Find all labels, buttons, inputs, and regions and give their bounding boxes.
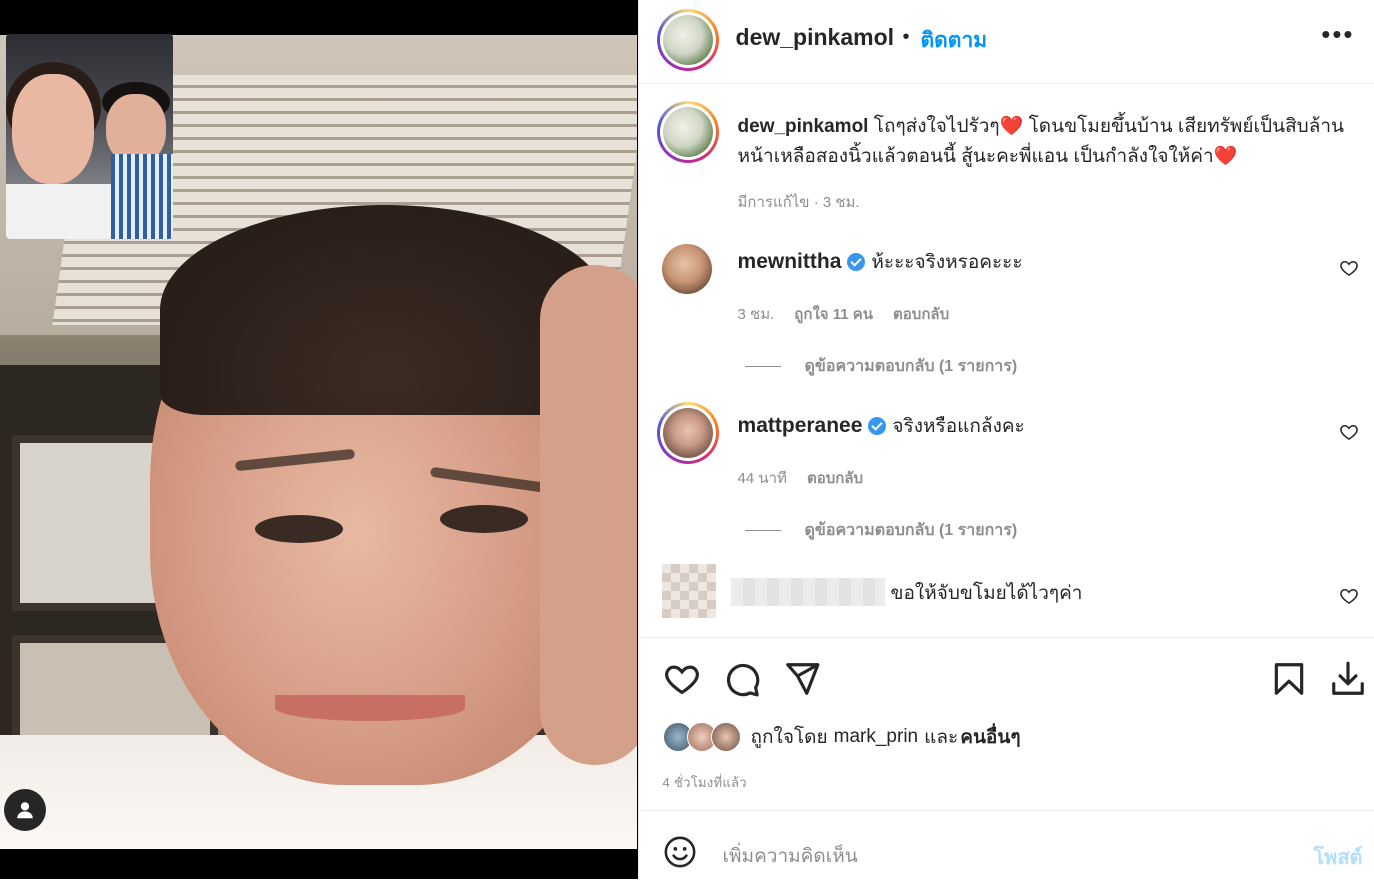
post-header: dew_pinkamol • ติดตาม •••	[638, 0, 1374, 84]
liked-by: ถูกใจโดย mark_prin และ คนอื่นๆ	[662, 722, 1021, 752]
instagram-post-modal: dew_pinkamol • ติดตาม ••• dew_pinkamol โ…	[0, 0, 1374, 879]
view-replies-button[interactable]: ดูข้อความตอบกลับ (1 รายการ)	[744, 518, 1018, 543]
user-tag-icon[interactable]	[4, 789, 46, 831]
comment-time: 3 ชม.	[737, 306, 775, 323]
caption: dew_pinkamol โถๆส่งใจไปรัวๆ❤️ โดนขโมยขึ้…	[738, 112, 1350, 172]
comment-username[interactable]: mewnittha	[738, 250, 842, 274]
view-replies-label: ดูข้อความตอบกลับ (1 รายการ)	[804, 358, 1018, 375]
reply-button[interactable]: ตอบกลับ	[807, 466, 863, 490]
liked-by-and: และ	[924, 727, 959, 748]
comments-scroll[interactable]: dew_pinkamol โถๆส่งใจไปรัวๆ❤️ โดนขโมยขึ้…	[639, 84, 1374, 636]
post-timestamp[interactable]: 4 ชั่วโมงที่แล้ว	[663, 772, 747, 793]
caption-meta: มีการแก้ไข · 3 ชม.	[737, 194, 860, 211]
comment-likes-count[interactable]: ถูกใจ 11 คน	[794, 302, 873, 326]
add-comment-bar: เพิ่มความคิดเห็น โพสต์	[638, 810, 1374, 880]
blurred-username	[730, 578, 885, 606]
download-icon[interactable]	[1329, 660, 1367, 698]
liked-by-user[interactable]: mark_prin	[834, 726, 918, 748]
verified-badge-icon	[847, 253, 866, 271]
post-media[interactable]	[0, 0, 638, 879]
post-actions: ถูกใจโดย mark_prin และ คนอื่นๆ 4 ชั่วโมง…	[638, 637, 1374, 809]
hand	[540, 265, 637, 765]
comment-username[interactable]: mattperanee	[738, 414, 863, 438]
heart-icon[interactable]	[663, 660, 701, 698]
comment-icon[interactable]	[723, 660, 761, 698]
author-username[interactable]: dew_pinkamol	[736, 24, 894, 51]
view-replies-label: ดูข้อความตอบกลับ (1 รายการ)	[804, 522, 1018, 539]
reply-button[interactable]: ตอบกลับ	[893, 302, 949, 326]
post-comment-button[interactable]: โพสต์	[1313, 841, 1362, 873]
liked-by-prefix: ถูกใจโดย	[750, 727, 828, 748]
comment-avatar-mewnittha[interactable]	[661, 244, 712, 294]
comment-meta: 3 ชม. ถูกใจ 11 คน ตอบกลับ	[738, 302, 950, 326]
comment-like-heart-icon[interactable]	[1339, 258, 1359, 278]
bookmark-icon[interactable]	[1270, 660, 1308, 698]
comment-meta: 44 นาที ตอบกลับ	[738, 466, 864, 490]
post-sidebar: dew_pinkamol • ติดตาม ••• dew_pinkamol โ…	[637, 0, 1374, 880]
comment-mewnittha: mewnittha ห้ะะะจริงหรอคะะะ	[738, 247, 1023, 277]
follow-button[interactable]: ติดตาม	[921, 24, 988, 57]
caption-username[interactable]: dew_pinkamol	[738, 116, 869, 137]
comment-like-heart-icon[interactable]	[1339, 586, 1359, 606]
verified-badge-icon	[868, 417, 887, 435]
comment-avatar-mattperanee[interactable]	[656, 402, 719, 464]
liked-by-avatars[interactable]	[662, 722, 741, 752]
view-replies-button[interactable]: ดูข้อความตอบกลับ (1 รายการ)	[744, 354, 1018, 379]
emoji-icon[interactable]	[663, 835, 697, 869]
caption-avatar[interactable]	[656, 101, 719, 163]
liked-by-others[interactable]: คนอื่นๆ	[960, 722, 1020, 752]
comment-mattperanee: mattperanee จริงหรือแกล้งคะ	[738, 411, 1025, 441]
author-avatar[interactable]	[656, 9, 719, 71]
comment-like-heart-icon[interactable]	[1339, 422, 1359, 442]
more-options-button[interactable]: •••	[1321, 21, 1354, 47]
comment-text: จริงหรือแกล้งคะ	[892, 416, 1025, 437]
comment-text: ขอให้จับขโมยได้ไวๆค่า	[890, 583, 1083, 604]
separator-dot: •	[902, 26, 910, 48]
share-icon[interactable]	[783, 660, 821, 698]
comment-text: ห้ะะะจริงหรอคะะะ	[871, 252, 1023, 273]
video-call-inset	[6, 34, 173, 239]
comment-avatar-blurred[interactable]	[661, 564, 716, 618]
comment-time: 44 นาที	[737, 470, 787, 487]
add-comment-input[interactable]: เพิ่มความคิดเห็น	[723, 841, 858, 871]
comment-blurred: ขอให้จับขโมยได้ไวๆค่า	[891, 578, 1083, 608]
